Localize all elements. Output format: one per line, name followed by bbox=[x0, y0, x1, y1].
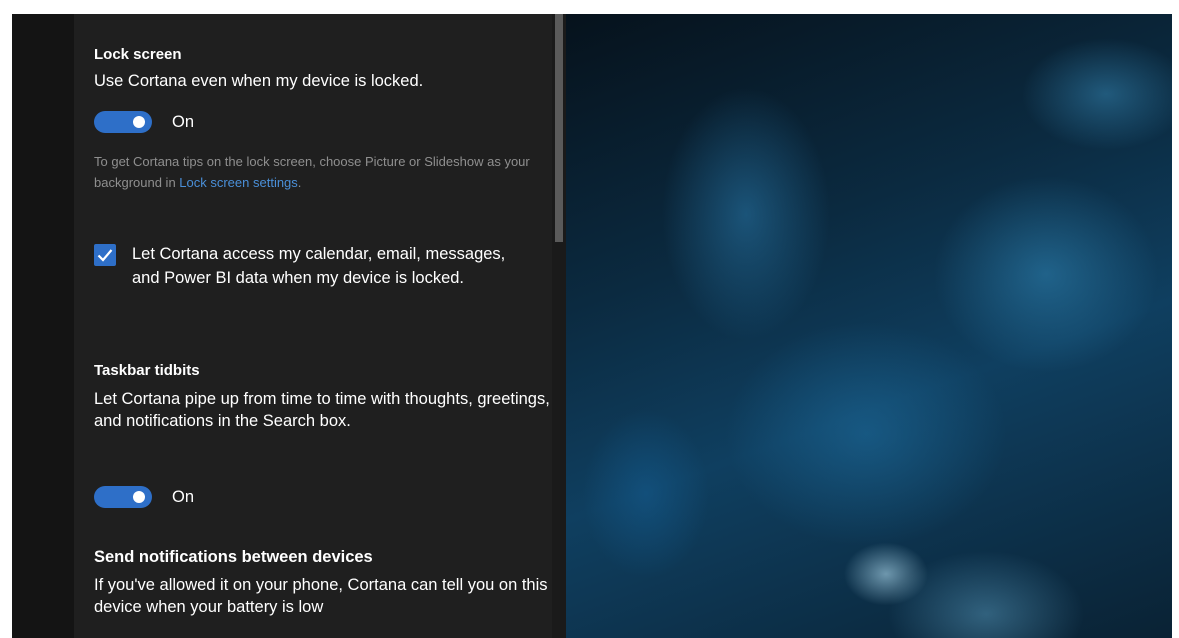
lock-screen-description: Use Cortana even when my device is locke… bbox=[94, 72, 424, 90]
send-notifications-description: If you've allowed it on your phone, Cort… bbox=[94, 576, 548, 616]
lock-screen-access-checkbox[interactable] bbox=[94, 244, 116, 266]
lock-screen-toggle[interactable] bbox=[94, 111, 152, 133]
lock-screen-toggle-label: On bbox=[172, 112, 195, 131]
toggle-knob bbox=[133, 491, 145, 503]
left-rail bbox=[12, 14, 74, 638]
lock-screen-toggle-row: On bbox=[94, 110, 194, 134]
lock-screen-access-checkbox-label: Let Cortana access my calendar, email, m… bbox=[132, 245, 506, 287]
scrollbar-thumb[interactable] bbox=[555, 14, 563, 242]
lock-screen-hint: To get Cortana tips on the lock screen, … bbox=[94, 151, 544, 193]
lock-screen-hint-text: To get Cortana tips on the lock screen, … bbox=[94, 154, 530, 190]
settings-scrollbar[interactable] bbox=[552, 14, 566, 638]
taskbar-tidbits-heading: Taskbar tidbits bbox=[94, 362, 200, 379]
toggle-knob bbox=[133, 116, 145, 128]
lock-screen-settings-link[interactable]: Lock screen settings bbox=[179, 175, 298, 190]
send-notifications-heading: Send notifications between devices bbox=[94, 548, 373, 566]
desktop-screen: Lock screen Use Cortana even when my dev… bbox=[12, 14, 1172, 638]
checkmark-icon bbox=[97, 249, 113, 262]
taskbar-tidbits-toggle[interactable] bbox=[94, 486, 152, 508]
screenshot-frame: Lock screen Use Cortana even when my dev… bbox=[0, 0, 1179, 638]
cortana-settings-panel: Lock screen Use Cortana even when my dev… bbox=[74, 14, 552, 638]
lock-screen-access-checkbox-row: Let Cortana access my calendar, email, m… bbox=[94, 242, 512, 290]
lock-screen-heading: Lock screen bbox=[94, 46, 182, 63]
taskbar-tidbits-toggle-row: On bbox=[94, 485, 194, 509]
lock-screen-hint-suffix: . bbox=[297, 175, 302, 190]
taskbar-tidbits-toggle-label: On bbox=[172, 487, 195, 506]
taskbar-tidbits-description: Let Cortana pipe up from time to time wi… bbox=[94, 390, 550, 430]
desktop-wallpaper bbox=[566, 14, 1172, 638]
